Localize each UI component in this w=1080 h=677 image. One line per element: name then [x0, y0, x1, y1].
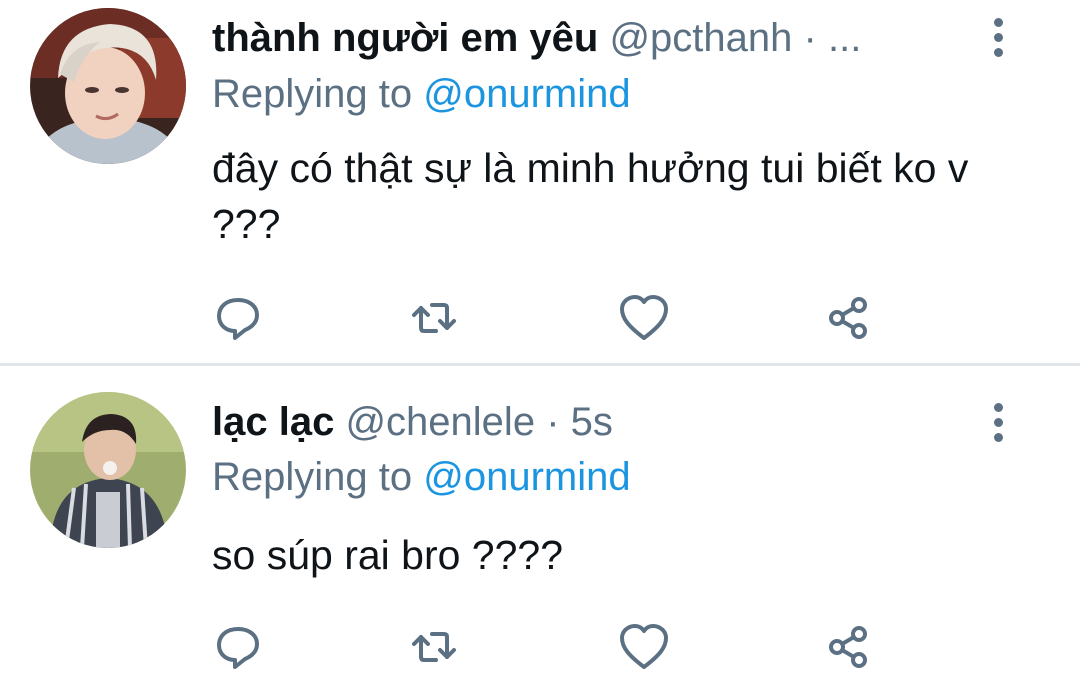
timestamp[interactable]: 5s — [571, 400, 613, 444]
heart-icon[interactable] — [614, 617, 674, 677]
action-bar — [0, 288, 1080, 348]
replying-to: Replying to @onurmind — [212, 453, 631, 501]
heart-icon[interactable] — [614, 288, 674, 348]
mention-link[interactable]: @onurmind — [423, 72, 630, 116]
avatar[interactable] — [30, 392, 186, 548]
separator: · — [803, 16, 817, 60]
tweet[interactable]: lạc lạc @chenlele · 5s Replying to @onur… — [0, 367, 1080, 677]
retweet-icon[interactable] — [404, 288, 464, 348]
handle[interactable]: @chenlele — [345, 400, 535, 444]
tweet-header: lạc lạc @chenlele · 5s — [212, 398, 613, 446]
reply-icon[interactable] — [208, 617, 268, 677]
display-name[interactable]: lạc lạc — [212, 400, 334, 444]
divider — [0, 363, 1080, 366]
avatar[interactable] — [30, 8, 186, 164]
share-icon[interactable] — [820, 617, 880, 677]
retweet-icon[interactable] — [404, 617, 464, 677]
replying-prefix: Replying to — [212, 455, 413, 499]
separator: · — [546, 400, 560, 444]
tweet-text: đây có thật sự là minh hưởng tui biết ko… — [212, 145, 969, 247]
more-options-icon[interactable] — [984, 16, 1014, 60]
handle[interactable]: @pcthanh — [609, 16, 792, 60]
mention-link[interactable]: @onurmind — [423, 455, 630, 499]
more-options-icon[interactable] — [984, 401, 1014, 445]
tweet[interactable]: thành người em yêu @pcthanh · ... Replyi… — [0, 0, 1080, 364]
share-icon[interactable] — [820, 288, 880, 348]
replying-to: Replying to @onurmind — [212, 70, 631, 118]
timestamp[interactable]: ... — [828, 16, 861, 60]
display-name[interactable]: thành người em yêu — [212, 16, 598, 60]
tweet-text: so súp rai bro ???? — [212, 532, 564, 578]
reply-icon[interactable] — [208, 288, 268, 348]
replying-prefix: Replying to — [212, 72, 413, 116]
action-bar — [0, 617, 1080, 677]
tweet-header: thành người em yêu @pcthanh · ... — [212, 14, 861, 62]
